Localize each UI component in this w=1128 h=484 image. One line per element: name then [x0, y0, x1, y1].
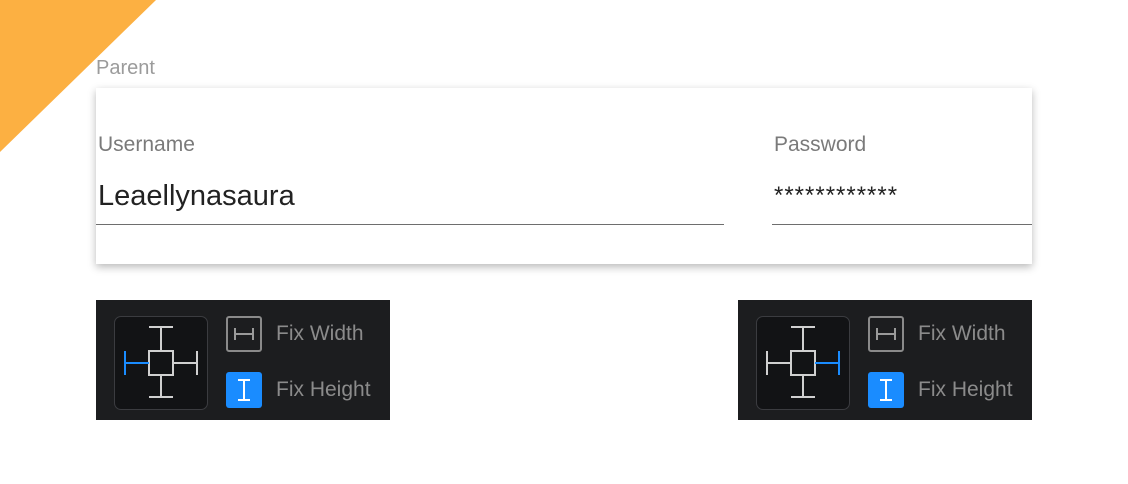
- constraint-diagram-icon: [124, 326, 198, 398]
- constraint-box[interactable]: [756, 316, 850, 410]
- constraints-panel-right: Fix Width Fix Height: [738, 300, 1032, 420]
- fix-height-icon[interactable]: [868, 372, 904, 408]
- constraint-diagram-icon: [766, 326, 840, 398]
- password-input[interactable]: ************: [774, 178, 898, 214]
- password-underline: [772, 224, 1032, 225]
- fix-width-label[interactable]: Fix Width: [276, 321, 364, 347]
- parent-container: Username Leaellynasaura Password *******…: [96, 88, 1032, 264]
- password-label: Password: [774, 133, 867, 156]
- constraints-panel-left: Fix Width Fix Height: [96, 300, 390, 420]
- fix-height-label[interactable]: Fix Height: [918, 377, 1013, 403]
- username-label: Username: [98, 133, 195, 156]
- username-input[interactable]: Leaellynasaura: [98, 178, 295, 214]
- fix-width-icon[interactable]: [868, 316, 904, 352]
- username-field[interactable]: Username Leaellynasaura: [96, 88, 724, 264]
- fix-width-label[interactable]: Fix Width: [918, 321, 1006, 347]
- fix-height-icon[interactable]: [226, 372, 262, 408]
- fix-height-label[interactable]: Fix Height: [276, 377, 371, 403]
- constraint-box[interactable]: [114, 316, 208, 410]
- username-underline: [96, 224, 724, 225]
- parent-label: Parent: [96, 57, 155, 79]
- password-field[interactable]: Password ************: [772, 88, 1032, 264]
- fix-width-icon[interactable]: [226, 316, 262, 352]
